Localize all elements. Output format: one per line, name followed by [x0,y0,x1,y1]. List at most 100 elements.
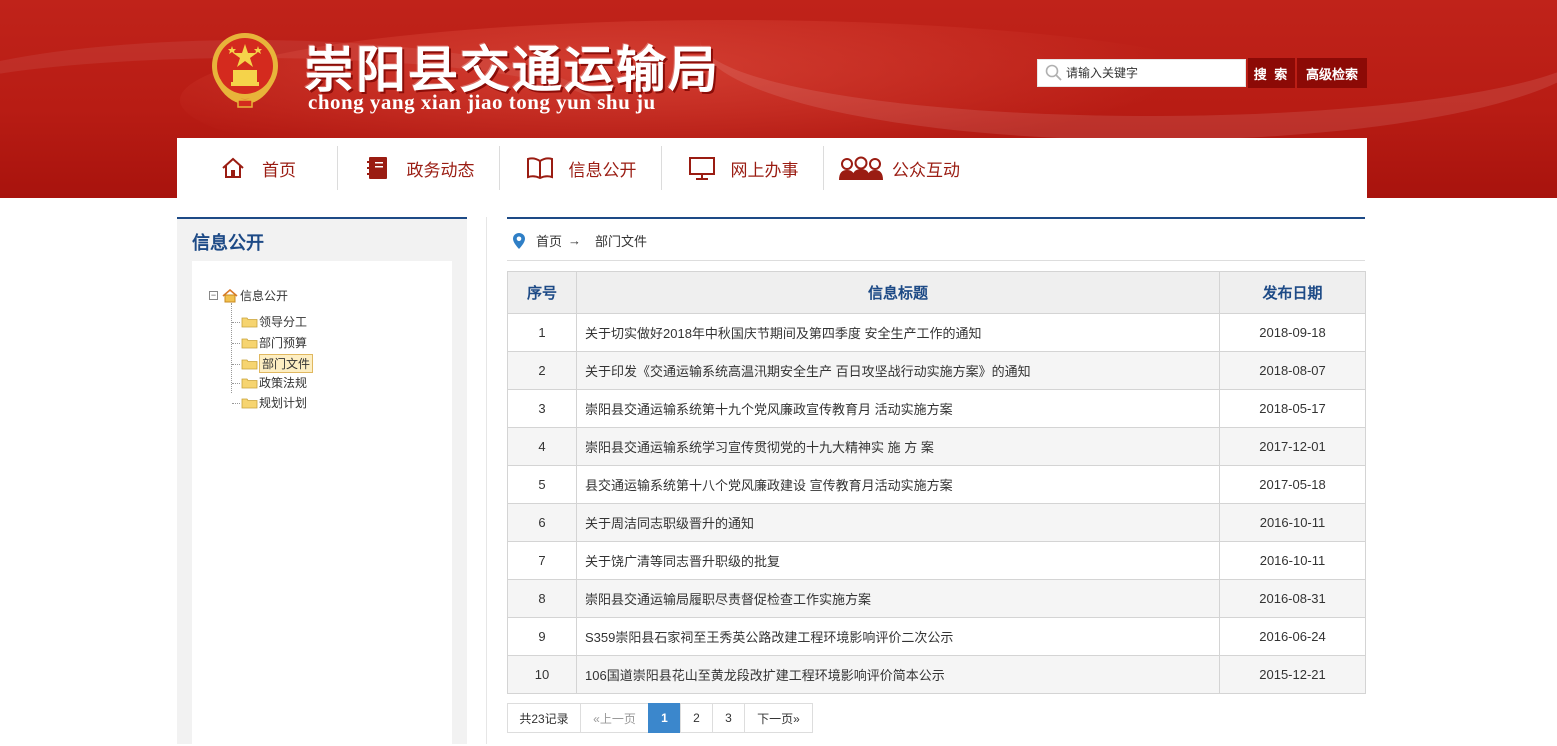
nav-item-gov-news[interactable]: 政务动态 [338,138,499,198]
table-row: 6 关于周洁同志职级晋升的通知 2016-10-11 [507,503,1366,542]
breadcrumb: 首页 → 部门文件 [512,231,647,250]
search-input[interactable] [1064,61,1234,85]
row-title-link[interactable]: 106国道崇阳县花山至黄龙段改扩建工程环境影响评价简本公示 [576,655,1220,694]
column-divider [486,217,487,744]
nav-label-online-service: 网上办事 [730,160,799,180]
row-date: 2018-08-07 [1219,351,1366,390]
table-row: 7 关于饶广清等同志晋升职级的批复 2016-10-11 [507,541,1366,580]
monitor-icon [687,153,717,183]
row-title-link[interactable]: 崇阳县交通运输系统学习宣传贯彻党的十九大精神实 施 方 案 [576,427,1220,466]
row-number: 4 [507,427,577,466]
nav-label-gov-news: 政务动态 [406,160,475,180]
national-emblem-icon [212,33,278,108]
home-icon [218,153,248,183]
tree-item-dept-documents[interactable]: 部门文件 [241,354,314,373]
table-row: 8 崇阳县交通运输局履职尽责督促检查工作实施方案 2016-08-31 [507,579,1366,618]
table-header-row: 序号 信息标题 发布日期 [507,271,1366,314]
open-book-icon [525,153,555,183]
column-header-date: 发布日期 [1219,271,1366,314]
pagination-prev[interactable]: «上一页 [580,703,649,733]
folder-icon [241,338,258,348]
row-title-link[interactable]: S359崇阳县石家祠至王秀英公路改建工程环境影响评价二次公示 [576,617,1220,656]
site-header: 崇阳县交通运输局 chong yang xian jiao tong yun s… [0,0,1557,198]
row-title-link[interactable]: 崇阳县交通运输局履职尽责督促检查工作实施方案 [576,579,1220,618]
home-folder-icon [222,288,238,302]
pagination-next[interactable]: 下一页» [744,703,813,733]
table-row: 1 关于切实做好2018年中秋国庆节期间及第四季度 安全生产工作的通知 2018-0… [507,313,1366,352]
notebook-icon [363,153,393,183]
row-title-link[interactable]: 关于印发《交通运输系统高温汛期安全生产 百日攻坚战行动实施方案》的通知 [576,351,1220,390]
row-date: 2017-05-18 [1219,465,1366,504]
pagination-page-1[interactable]: 1 [648,703,681,733]
folder-icon [241,398,258,408]
row-number: 1 [507,313,577,352]
content-top-border [507,217,1365,219]
row-date: 2018-09-18 [1219,313,1366,352]
row-number: 9 [507,617,577,656]
table-row: 5 县交通运输系统第十八个党风廉政建设 宣传教育月活动实施方案 2017-05-18 [507,465,1366,504]
folder-icon [241,317,258,327]
documents-table: 序号 信息标题 发布日期 1 关于切实做好2018年中秋国庆节期间及第四季度 安全… [507,271,1366,694]
row-number: 5 [507,465,577,504]
row-number: 7 [507,541,577,580]
column-header-title: 信息标题 [576,271,1220,314]
tree-root[interactable]: − 信息公开 [209,287,288,304]
row-date: 2016-06-24 [1219,617,1366,656]
tree-root-label: 信息公开 [240,289,289,303]
breadcrumb-home[interactable]: 首页 [536,231,562,250]
row-title-link[interactable]: 关于切实做好2018年中秋国庆节期间及第四季度 安全生产工作的通知 [576,313,1220,352]
pagination: 共23记录 «上一页 1 2 3 下一页» [507,703,813,733]
breadcrumb-current: 部门文件 [595,234,648,249]
row-date: 2017-12-01 [1219,427,1366,466]
row-number: 2 [507,351,577,390]
row-date: 2016-10-11 [1219,541,1366,580]
nav-item-online-service[interactable]: 网上办事 [662,138,823,198]
table-row: 10 106国道崇阳县花山至黄龙段改扩建工程环境影响评价简本公示 2015-12-2… [507,655,1366,694]
nav-item-home[interactable]: 首页 [177,138,337,198]
people-icon [838,153,884,183]
tree-item-planning[interactable]: 规划计划 [241,394,307,411]
folder-icon [241,378,258,388]
table-row: 9 S359崇阳县石家祠至王秀英公路改建工程环境影响评价二次公示 2016-06-2… [507,617,1366,656]
advanced-search-button[interactable]: 高级检索 [1297,58,1367,88]
nav-label-info-open: 信息公开 [568,160,637,180]
search-button[interactable]: 搜 索 [1248,58,1295,88]
row-number: 8 [507,579,577,618]
row-title-link[interactable]: 崇阳县交通运输系统第十九个党风廉政宣传教育月 活动实施方案 [576,389,1220,428]
row-date: 2016-08-31 [1219,579,1366,618]
sidebar-title: 信息公开 [192,233,264,253]
main-nav: 首页 政务动态 信息公开 网上办事 公众互动 [177,138,1367,198]
breadcrumb-divider [507,260,1365,261]
pagination-page-2[interactable]: 2 [680,703,713,733]
tree-item-leader-duties[interactable]: 领导分工 [241,313,307,330]
folder-icon [241,359,258,369]
search-icon [1045,64,1062,81]
row-number: 6 [507,503,577,542]
row-number: 3 [507,389,577,428]
row-date: 2018-05-17 [1219,389,1366,428]
tree-item-dept-budget[interactable]: 部门预算 [241,334,307,351]
collapse-toggle-icon[interactable]: − [209,291,218,300]
breadcrumb-arrow: → [568,233,582,248]
table-row: 4 崇阳县交通运输系统学习宣传贯彻党的十九大精神实 施 方 案 2017-12-01 [507,427,1366,466]
row-date: 2016-10-11 [1219,503,1366,542]
nav-item-public-interaction[interactable]: 公众互动 [824,138,974,198]
row-title-link[interactable]: 关于周洁同志职级晋升的通知 [576,503,1220,542]
sidebar: 信息公开 − 信息公开 领导分工 部门预算 部门文件 政策法规 规划计划 [177,217,467,746]
pagination-total: 共23记录 [507,703,581,733]
nav-label-home: 首页 [262,160,296,180]
nav-label-public-interaction: 公众互动 [892,160,960,180]
table-row: 2 关于印发《交通运输系统高温汛期安全生产 百日攻坚战行动实施方案》的通知 2018… [507,351,1366,390]
tree-panel: − 信息公开 领导分工 部门预算 部门文件 政策法规 规划计划 [192,261,452,746]
column-header-no: 序号 [507,271,577,314]
location-pin-icon [513,232,525,249]
nav-item-info-open[interactable]: 信息公开 [500,138,661,198]
pagination-page-3[interactable]: 3 [712,703,745,733]
row-title-link[interactable]: 关于饶广清等同志晋升职级的批复 [576,541,1220,580]
site-pinyin: chong yang xian jiao tong yun shu ju [308,90,656,114]
row-title-link[interactable]: 县交通运输系统第十八个党风廉政建设 宣传教育月活动实施方案 [576,465,1220,504]
tree-item-policy-regulations[interactable]: 政策法规 [241,374,307,391]
table-row: 3 崇阳县交通运输系统第十九个党风廉政宣传教育月 活动实施方案 2018-05-17 [507,389,1366,428]
search-box [1037,59,1246,87]
row-number: 10 [507,655,577,694]
